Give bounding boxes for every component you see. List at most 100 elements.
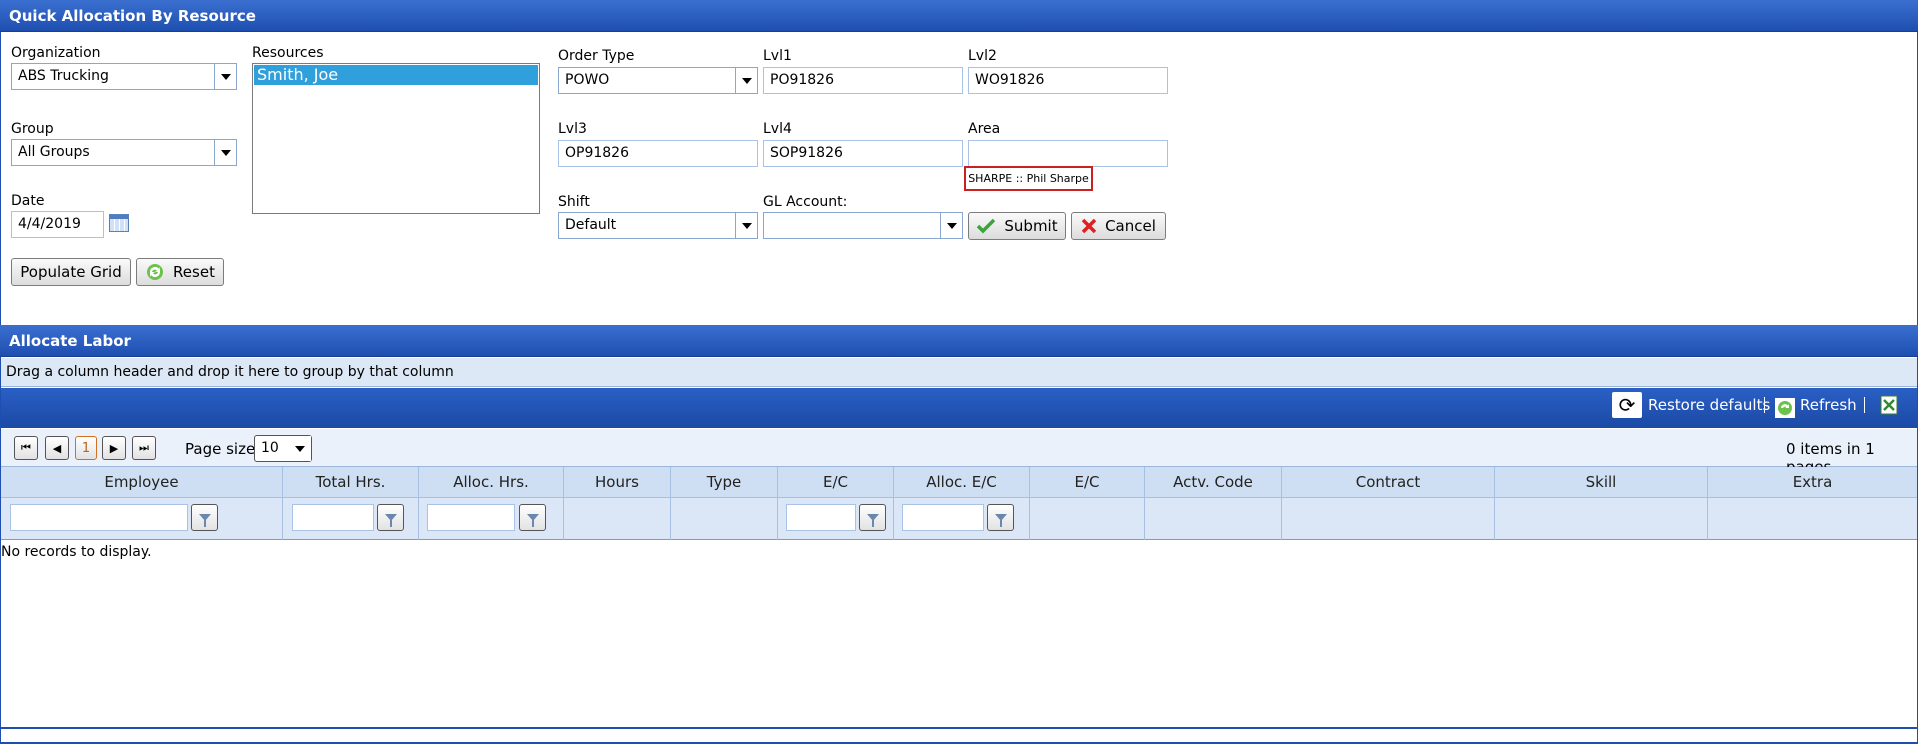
- filter-divider: [418, 498, 419, 540]
- filter-divider: [893, 498, 894, 540]
- ec-filter-input[interactable]: [786, 504, 856, 531]
- area-label: Area: [968, 121, 1001, 137]
- filter-icon: [994, 514, 1007, 527]
- submit-button[interactable]: Submit: [968, 212, 1066, 240]
- lvl3-label: Lvl3: [558, 121, 587, 137]
- column-header-type[interactable]: Type: [670, 467, 777, 498]
- filter-divider: [1144, 498, 1145, 540]
- resources-label: Resources: [252, 45, 324, 61]
- checkmark-icon: [977, 218, 996, 234]
- refresh-button[interactable]: Refresh: [1800, 394, 1857, 416]
- order-type-label: Order Type: [558, 48, 635, 64]
- lvl1-input[interactable]: PO91826: [763, 67, 963, 94]
- chevron-down-icon[interactable]: [214, 140, 236, 165]
- group-by-bar[interactable]: Drag a column header and drop it here to…: [1, 358, 1917, 387]
- column-header-actv-code[interactable]: Actv. Code: [1144, 467, 1281, 498]
- resource-item[interactable]: Smith, Joe: [254, 65, 538, 85]
- chevron-down-icon[interactable]: [735, 213, 757, 238]
- filter-icon: [866, 514, 879, 527]
- filter-divider: [1281, 498, 1282, 540]
- toolbar-separator: [1864, 397, 1865, 413]
- populate-grid-label: Populate Grid: [20, 263, 122, 281]
- alloc-ec-filter-input[interactable]: [902, 504, 984, 531]
- shift-dropdown[interactable]: Default: [558, 212, 758, 239]
- page-size-dropdown[interactable]: 10: [254, 435, 312, 462]
- restore-defaults-button[interactable]: Restore defaults: [1648, 394, 1770, 416]
- reset-label: Reset: [173, 263, 215, 281]
- filter-divider: [777, 498, 778, 540]
- next-page-button[interactable]: ▶: [102, 436, 126, 460]
- gl-account-dropdown[interactable]: [763, 212, 963, 239]
- last-page-button[interactable]: ⏭: [132, 436, 156, 460]
- order-type-value: POWO: [565, 72, 610, 88]
- filter-icon: [198, 514, 211, 527]
- filter-divider: [1029, 498, 1030, 540]
- organization-dropdown[interactable]: ABS Trucking: [11, 63, 237, 90]
- page-size-label: Page size:: [185, 440, 261, 458]
- chevron-down-icon[interactable]: [940, 213, 962, 238]
- resources-listbox[interactable]: Smith, Joe: [252, 63, 540, 214]
- lvl2-label: Lvl2: [968, 48, 997, 64]
- filter-divider: [1494, 498, 1495, 540]
- chevron-down-icon[interactable]: [735, 68, 757, 93]
- column-header-contract[interactable]: Contract: [1281, 467, 1494, 498]
- refresh-icon: [147, 264, 164, 280]
- employee-filter-input[interactable]: [10, 504, 188, 531]
- shift-label: Shift: [558, 194, 590, 210]
- lvl2-input[interactable]: WO91826: [968, 67, 1168, 94]
- export-excel-icon[interactable]: [1880, 395, 1898, 415]
- quick-allocation-header: Quick Allocation By Resource: [0, 0, 1918, 32]
- group-value: All Groups: [18, 144, 90, 160]
- area-tooltip: SHARPE :: Phil Sharpe: [964, 166, 1093, 191]
- calendar-icon[interactable]: [109, 214, 129, 232]
- restore-icon[interactable]: ⟳: [1612, 392, 1642, 418]
- chevron-down-icon[interactable]: [289, 436, 311, 461]
- column-header-skill[interactable]: Skill: [1494, 467, 1707, 498]
- column-header-alloc-hrs[interactable]: Alloc. Hrs.: [418, 467, 563, 498]
- ec-filter-button[interactable]: [859, 504, 886, 531]
- gl-account-label: GL Account:: [763, 194, 848, 210]
- chevron-down-icon[interactable]: [214, 64, 236, 89]
- filter-icon: [526, 514, 539, 527]
- allocate-labor-header: Allocate Labor: [0, 325, 1918, 357]
- shift-value: Default: [565, 217, 617, 233]
- lvl4-input[interactable]: SOP91826: [763, 140, 963, 167]
- area-input[interactable]: [968, 140, 1168, 167]
- lvl3-input[interactable]: OP91826: [558, 140, 758, 167]
- page-number-button[interactable]: 1: [75, 436, 97, 460]
- total-hrs-filter-button[interactable]: [377, 504, 404, 531]
- lvl1-label: Lvl1: [763, 48, 792, 64]
- alloc-hrs-filter-button[interactable]: [519, 504, 546, 531]
- column-header-hours[interactable]: Hours: [563, 467, 670, 498]
- organization-value: ABS Trucking: [18, 68, 109, 84]
- total-hrs-filter-input[interactable]: [292, 504, 374, 531]
- organization-label: Organization: [11, 45, 101, 61]
- submit-label: Submit: [1004, 217, 1058, 235]
- column-header-ec[interactable]: E/C: [777, 467, 893, 498]
- cancel-button[interactable]: Cancel: [1071, 212, 1166, 240]
- filter-divider: [282, 498, 283, 540]
- populate-grid-button[interactable]: Populate Grid: [11, 258, 131, 286]
- filter-divider: [1707, 498, 1708, 540]
- frame-left-top: [0, 32, 1, 325]
- date-input[interactable]: 4/4/2019: [11, 211, 104, 238]
- alloc-hrs-filter-input[interactable]: [427, 504, 515, 531]
- order-type-dropdown[interactable]: POWO: [558, 67, 758, 94]
- refresh-icon[interactable]: [1775, 398, 1795, 418]
- group-dropdown[interactable]: All Groups: [11, 139, 237, 166]
- column-header-extra[interactable]: Extra: [1707, 467, 1917, 498]
- column-header-alloc-ec[interactable]: Alloc. E/C: [893, 467, 1029, 498]
- column-header-total-hrs[interactable]: Total Hrs.: [282, 467, 418, 498]
- alloc-ec-filter-button[interactable]: [987, 504, 1014, 531]
- group-label: Group: [11, 121, 54, 137]
- close-icon: [1081, 218, 1097, 234]
- column-header-employee[interactable]: Employee: [1, 467, 282, 498]
- reset-button[interactable]: Reset: [136, 258, 224, 286]
- prev-page-button[interactable]: ◀: [45, 436, 69, 460]
- filter-icon: [384, 514, 397, 527]
- lvl4-label: Lvl4: [763, 121, 792, 137]
- first-page-button[interactable]: ⏮: [14, 436, 38, 460]
- column-header-ec-2[interactable]: E/C: [1029, 467, 1144, 498]
- page-size-value: 10: [261, 440, 279, 456]
- employee-filter-button[interactable]: [191, 504, 218, 531]
